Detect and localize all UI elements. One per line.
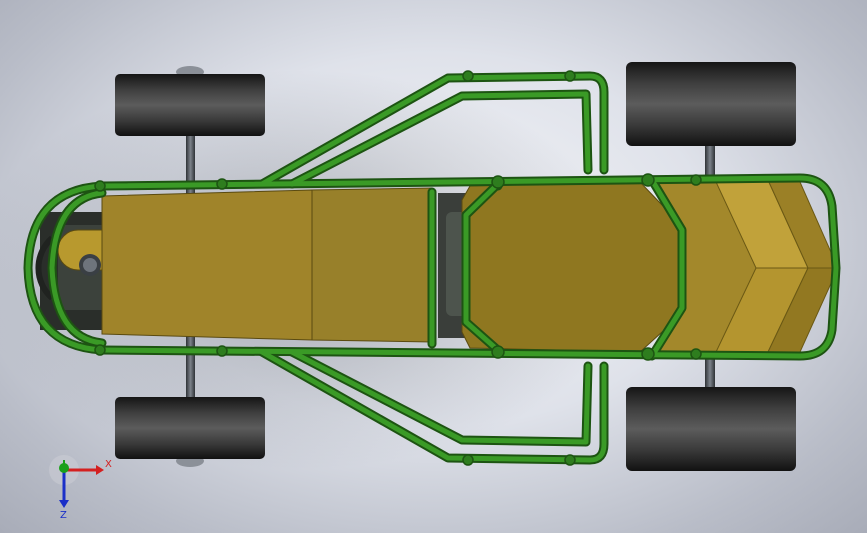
- x-axis-label: X: [105, 459, 112, 470]
- front-right-wheel[interactable]: [115, 397, 265, 459]
- front-left-wheel[interactable]: [115, 74, 265, 136]
- cad-viewport[interactable]: X Z: [0, 0, 867, 533]
- rear-left-wheel[interactable]: [626, 62, 796, 146]
- engine-cover-panel[interactable]: [461, 181, 685, 353]
- rear-right-wheel[interactable]: [626, 387, 796, 471]
- front-floor-panel[interactable]: [101, 189, 313, 341]
- axis-triad: X Z: [49, 455, 112, 521]
- z-axis-label: Z: [60, 510, 67, 521]
- mid-floor-panel[interactable]: [311, 187, 433, 343]
- kart-model-scene[interactable]: X Z: [0, 0, 867, 533]
